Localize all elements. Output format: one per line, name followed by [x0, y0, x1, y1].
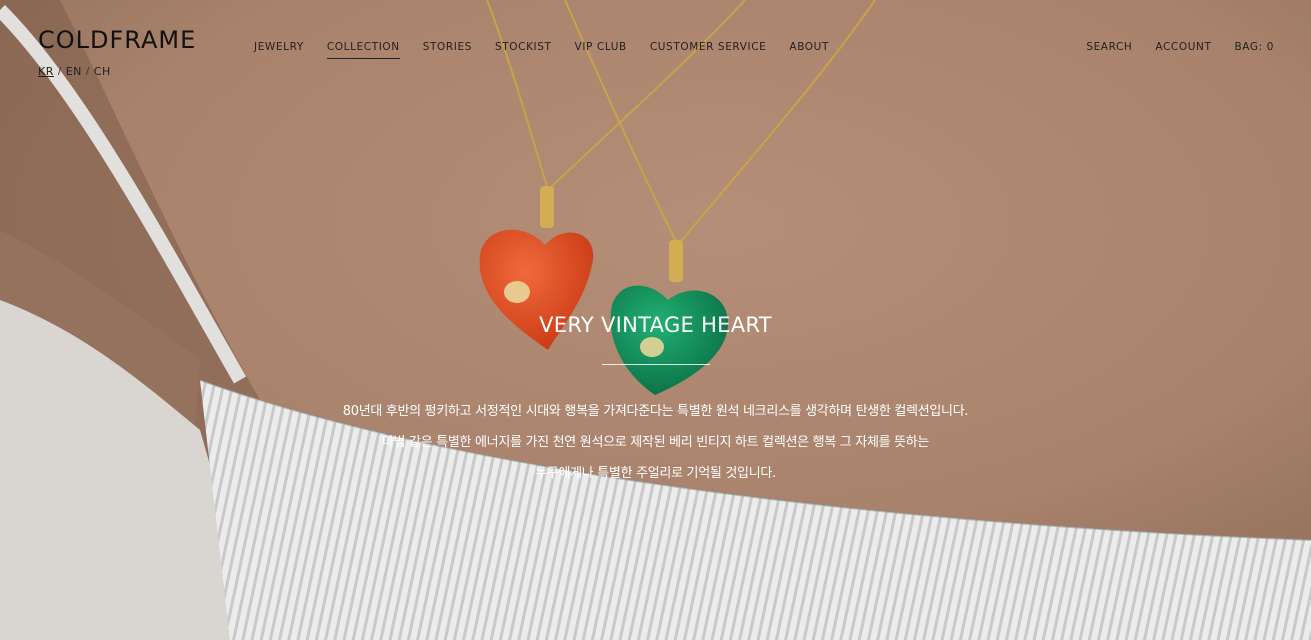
lang-separator: /	[85, 66, 90, 77]
lang-separator: /	[57, 66, 62, 77]
language-switcher: KR / EN / CH	[38, 65, 111, 78]
lang-kr[interactable]: KR	[38, 65, 54, 78]
nav-customer-service[interactable]: CUSTOMER SERVICE	[650, 41, 767, 59]
hero-line: 마법 같은 특별한 에너지를 가진 천연 원석으로 제작된 베리 빈티지 하트 …	[381, 435, 930, 450]
nav-stockist[interactable]: STOCKIST	[495, 41, 552, 59]
main-nav: JEWELRY COLLECTION STORIES STOCKIST VIP …	[254, 41, 829, 59]
nav-jewelry[interactable]: JEWELRY	[254, 41, 304, 59]
hero-line: 80년대 후반의 펑키하고 서정적인 시대와 행복을 가져다준다는 특별한 원석…	[342, 404, 969, 419]
bag-link[interactable]: BAG: 0	[1235, 41, 1275, 53]
nav-collection[interactable]: COLLECTION	[326, 41, 400, 59]
hero-description: 80년대 후반의 펑키하고 서정적인 시대와 행복을 가져다준다는 특별한 원석…	[0, 396, 1311, 489]
nav-vip-club[interactable]: VIP CLUB	[575, 41, 627, 59]
hero-divider	[602, 364, 710, 365]
hero-title: VERY VINTAGE HEART	[539, 313, 772, 337]
nav-stories[interactable]: STORIES	[423, 41, 472, 59]
lang-ch[interactable]: CH	[94, 65, 111, 78]
utility-nav: SEARCH ACCOUNT BAG: 0	[1086, 41, 1274, 53]
nav-about[interactable]: ABOUT	[789, 41, 829, 59]
brand-logo[interactable]: COLDFRAME	[38, 26, 196, 54]
search-link[interactable]: SEARCH	[1086, 41, 1132, 53]
hero-line: 누구에게나 특별한 주얼리로 기억될 것입니다.	[535, 466, 776, 481]
lang-en[interactable]: EN	[66, 65, 82, 78]
account-link[interactable]: ACCOUNT	[1155, 41, 1211, 53]
